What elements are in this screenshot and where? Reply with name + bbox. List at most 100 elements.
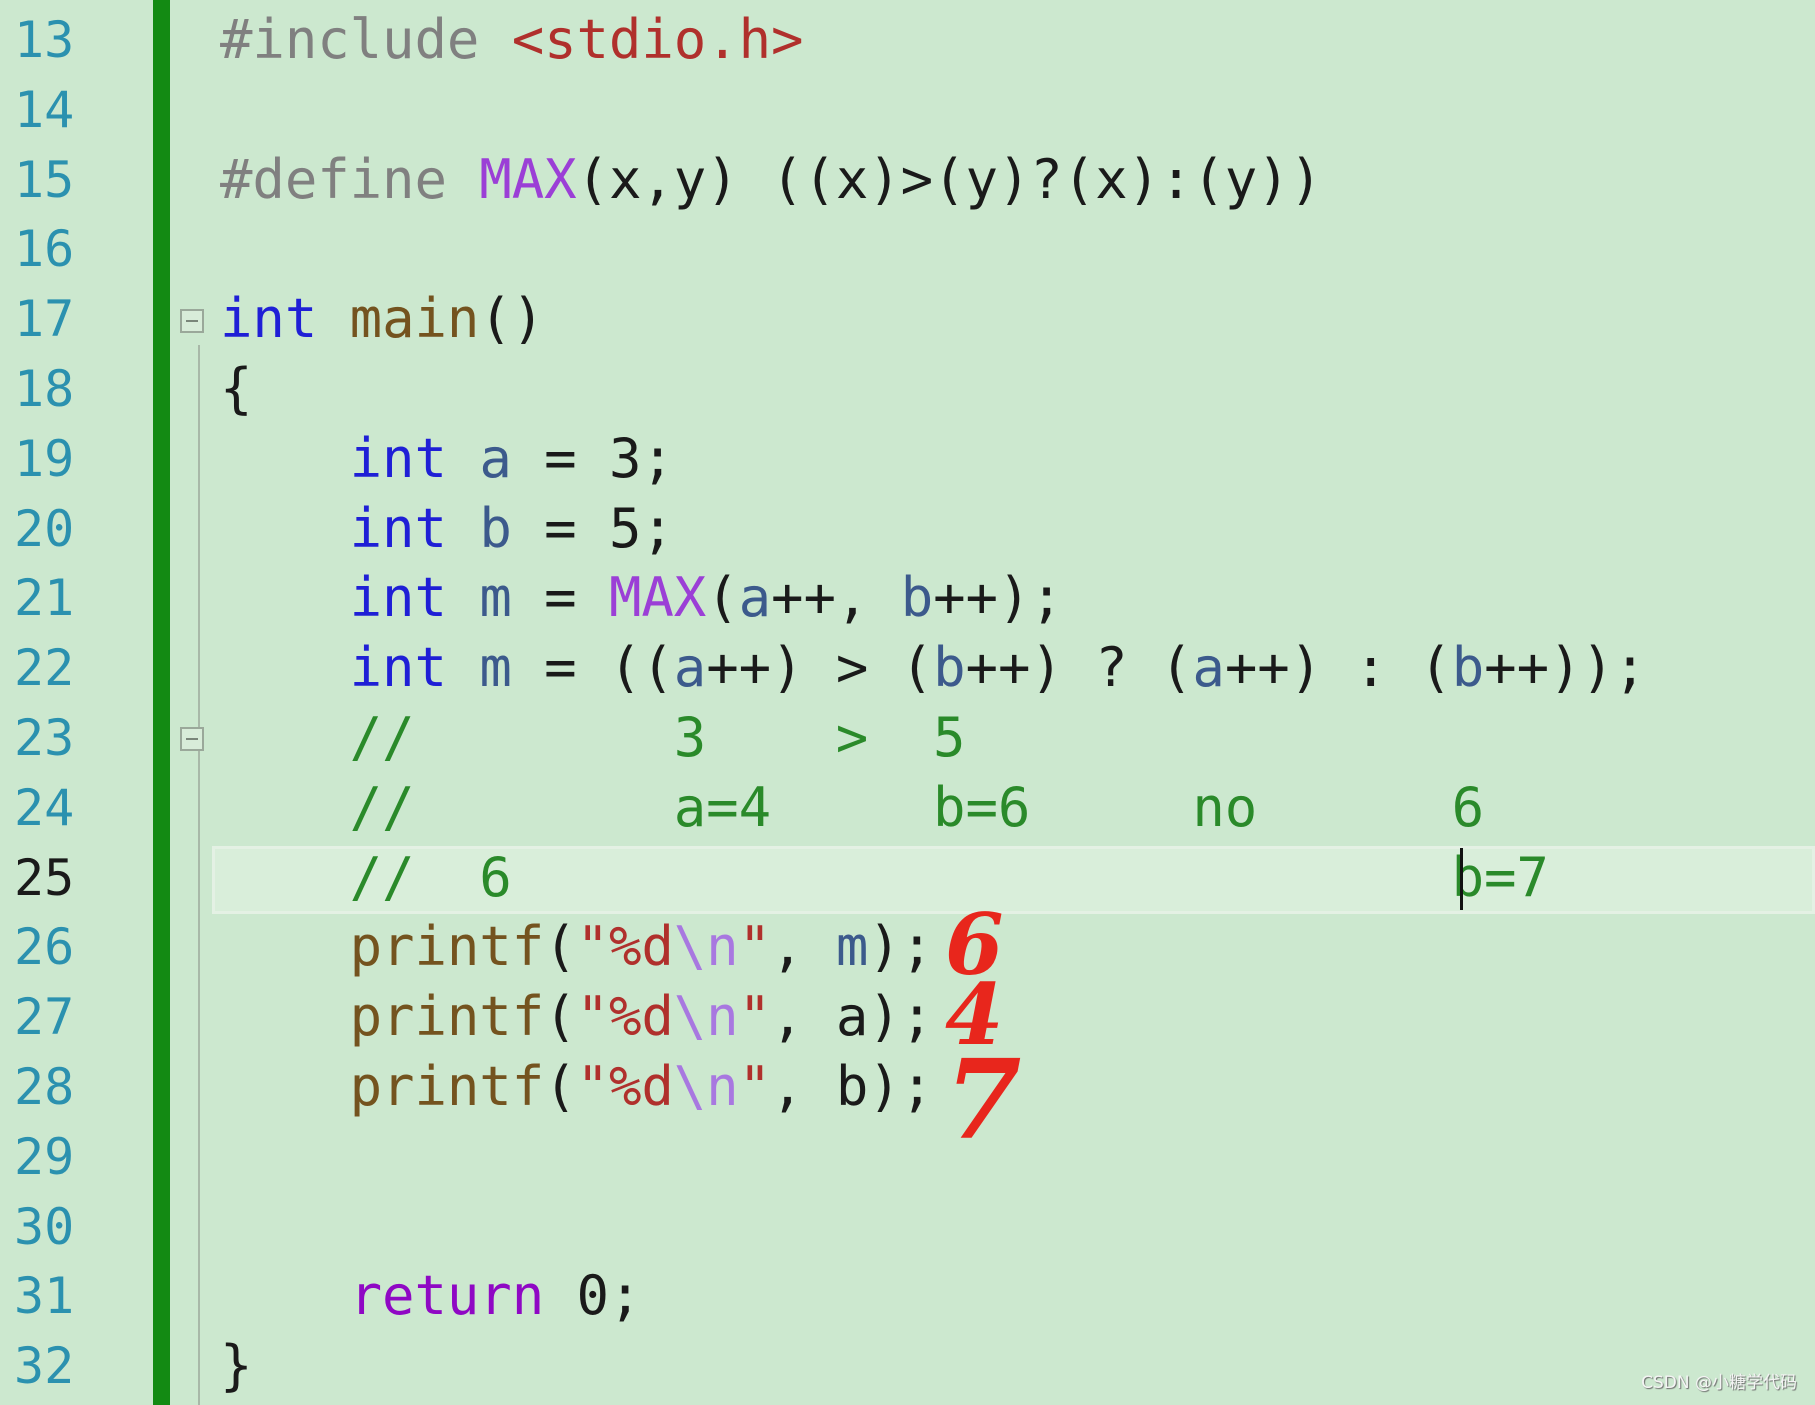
code-token: // 3 > 5 bbox=[220, 706, 966, 769]
code-token: MAX bbox=[479, 147, 577, 211]
line-number: 20 bbox=[14, 499, 75, 558]
scope-guide-line bbox=[198, 345, 200, 1405]
code-token: " bbox=[738, 1055, 772, 1118]
change-indicator-bar bbox=[153, 0, 170, 1405]
line-number: 21 bbox=[14, 569, 75, 628]
code-token: ++) ? ( bbox=[965, 636, 1193, 700]
line-number: 16 bbox=[14, 220, 75, 279]
code-token: ++) : ( bbox=[1224, 636, 1452, 700]
code-line[interactable]: { bbox=[220, 354, 253, 424]
code-token: #define bbox=[220, 147, 480, 211]
code-token: // 6 b=7 bbox=[220, 845, 1549, 909]
code-line[interactable]: int main() bbox=[220, 284, 544, 354]
code-token: , a); bbox=[771, 985, 934, 1049]
line-number: 18 bbox=[14, 360, 75, 418]
line-number: 23 bbox=[14, 709, 75, 767]
code-token: \n bbox=[673, 985, 739, 1049]
code-token: ( bbox=[544, 985, 577, 1049]
code-token: int bbox=[220, 636, 447, 700]
code-token: printf bbox=[220, 1055, 545, 1118]
line-number: 13 bbox=[14, 11, 75, 69]
line-number: 27 bbox=[14, 988, 75, 1047]
line-number: 17 bbox=[14, 290, 75, 349]
code-line[interactable]: } bbox=[220, 1331, 253, 1401]
code-token: MAX bbox=[608, 566, 707, 630]
code-token: a bbox=[1192, 636, 1225, 700]
code-token: ++, bbox=[771, 566, 901, 630]
code-line[interactable]: int m = MAX(a++, b++); bbox=[220, 563, 1063, 633]
code-token: int bbox=[220, 566, 447, 630]
code-token: = 3; bbox=[511, 426, 674, 490]
code-token: " bbox=[738, 915, 772, 979]
code-token: () bbox=[479, 287, 545, 351]
code-line[interactable]: printf("%d\n", a); bbox=[220, 982, 934, 1052]
code-line[interactable]: int m = ((a++) > (b++) ? (a++) : (b++)); bbox=[220, 633, 1647, 703]
code-token: ++) > ( bbox=[706, 636, 934, 700]
line-number: 30 bbox=[14, 1197, 75, 1256]
code-line[interactable]: #define MAX(x,y) ((x)>(y)?(x):(y)) bbox=[220, 145, 1322, 215]
code-line[interactable]: // 3 > 5 bbox=[220, 703, 966, 773]
code-token: ( bbox=[706, 566, 739, 630]
code-line[interactable]: printf("%d\n", b); bbox=[220, 1052, 934, 1122]
line-number: 25 bbox=[14, 848, 75, 907]
code-token: a bbox=[673, 636, 707, 700]
code-token: printf bbox=[220, 985, 545, 1049]
code-token: \n bbox=[673, 1055, 739, 1118]
code-line[interactable]: printf("%d\n", m); bbox=[220, 912, 934, 982]
code-token: (x,y) ((x)>(y)?(x):(y)) bbox=[576, 147, 1323, 211]
code-token: printf bbox=[220, 915, 545, 979]
code-token: int bbox=[220, 287, 318, 351]
code-line[interactable]: // 6 b=7 bbox=[220, 843, 1549, 913]
code-token: m bbox=[835, 915, 869, 979]
code-token: b bbox=[933, 636, 966, 700]
code-token: = bbox=[511, 566, 609, 630]
line-number: 14 bbox=[14, 80, 75, 139]
code-token: <stdio.h> bbox=[511, 8, 804, 71]
code-token: #include bbox=[220, 8, 512, 71]
code-token: } bbox=[220, 1334, 253, 1398]
code-token: { bbox=[220, 357, 253, 420]
code-token: "%d bbox=[576, 1055, 674, 1118]
code-token: ); bbox=[868, 915, 934, 979]
code-token: main bbox=[349, 287, 480, 351]
code-token: m bbox=[479, 566, 512, 630]
line-number: 32 bbox=[14, 1337, 75, 1396]
code-token: = 5; bbox=[511, 496, 674, 560]
code-line[interactable]: // a=4 b=6 no 6 bbox=[220, 773, 1484, 843]
code-token: a bbox=[738, 566, 772, 630]
line-number: 26 bbox=[14, 918, 75, 977]
code-token: = (( bbox=[511, 636, 674, 700]
line-number: 24 bbox=[14, 778, 75, 837]
code-line[interactable]: int a = 3; bbox=[220, 424, 674, 494]
line-number: 28 bbox=[14, 1058, 75, 1116]
code-token: b bbox=[1451, 636, 1485, 700]
code-token: \n bbox=[673, 915, 739, 979]
collapse-toggle-icon[interactable] bbox=[180, 727, 204, 751]
code-token: " bbox=[738, 985, 772, 1049]
code-line[interactable]: int b = 5; bbox=[220, 494, 674, 564]
code-line[interactable]: #include <stdio.h> bbox=[220, 5, 804, 75]
code-line[interactable]: return 0; bbox=[220, 1261, 642, 1331]
collapse-toggle-icon[interactable] bbox=[180, 309, 204, 333]
code-token: m bbox=[479, 636, 512, 700]
code-token: b bbox=[479, 496, 512, 560]
code-token: // a=4 b=6 no 6 bbox=[220, 775, 1485, 839]
watermark: CSDN @小糖学代码 bbox=[1641, 1373, 1797, 1393]
code-token: "%d bbox=[576, 915, 674, 979]
code-token: ++); bbox=[933, 566, 1063, 630]
code-token: , b); bbox=[771, 1055, 934, 1118]
code-token: b bbox=[900, 566, 934, 630]
line-number: 29 bbox=[14, 1127, 75, 1186]
line-number: 19 bbox=[14, 429, 75, 488]
code-token: ( bbox=[544, 1055, 577, 1118]
line-number: 22 bbox=[14, 639, 75, 698]
line-number: 15 bbox=[14, 150, 75, 209]
code-token: return bbox=[220, 1264, 545, 1328]
handwritten-annotation: 7 bbox=[945, 1035, 1022, 1164]
code-token: a bbox=[479, 426, 512, 490]
text-cursor bbox=[1460, 848, 1463, 910]
